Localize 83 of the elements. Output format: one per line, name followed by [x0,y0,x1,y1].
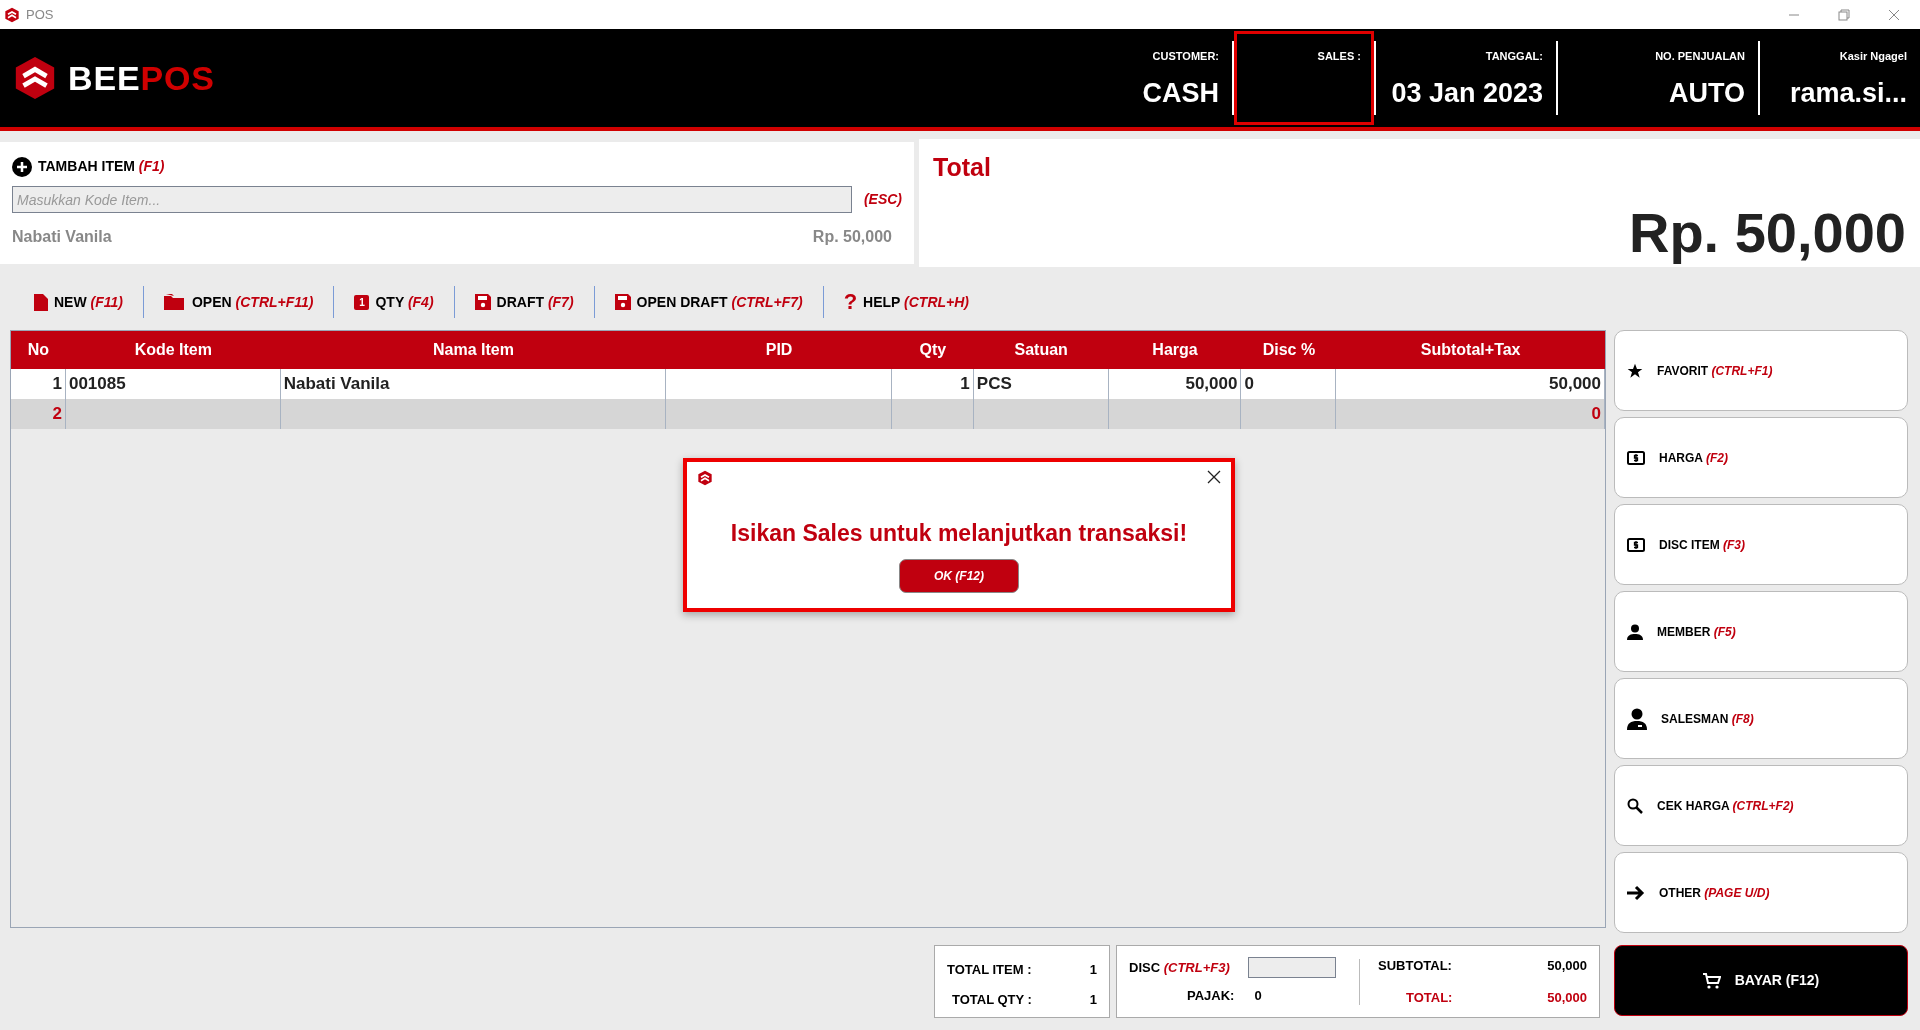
brand-logo: BEEPOS [68,57,215,99]
subtotal-label: SUBTOTAL: [1378,957,1452,975]
question-mark-icon: ? [843,291,858,313]
folder-icon [164,294,186,310]
document-icon [34,293,48,311]
column-header: Qty [918,340,948,360]
column-header: No [26,340,51,360]
field-value: AUTO [1669,76,1745,110]
column-header: Disc % [1261,340,1317,360]
toolbar-button[interactable]: DRAFT (F7) [474,291,574,313]
table-cell-text: 001085 [68,373,126,396]
side-button[interactable]: MEMBER (F5) [1614,591,1908,672]
column-header: Satuan [1013,340,1069,360]
table-cell-text: 2 [52,403,62,426]
table-cell-text: 0 [1244,373,1254,396]
table-cell-text: Nabati Vanila [283,373,390,396]
add-item-title: TAMBAH ITEM (F1) [38,157,165,176]
side-button[interactable]: OTHER (PAGE U/D) [1614,852,1908,933]
restore-icon[interactable] [1838,8,1850,21]
field-label: NO. PENJUALAN [1655,49,1745,64]
close-icon[interactable] [1207,470,1221,484]
total-item-value: 1 [1089,961,1097,979]
table-cell-text: 50,000 [1185,373,1238,396]
table-cell-text: 0 [1591,403,1601,426]
pay-button[interactable]: BAYAR (F12) [1614,945,1908,1016]
add-icon [12,156,32,177]
item-code-input[interactable]: Masukkan Kode Item... [12,186,852,213]
table-row[interactable]: 2 0 [11,399,1605,429]
table-cell-text: 50,000 [1549,373,1601,396]
total-label: Total [933,152,992,183]
dialog-logo-icon [697,470,713,486]
salesman-icon [1627,707,1647,730]
app-logo-icon [4,6,20,23]
toolbar-button[interactable]: ? HELP (CTRL+H) [843,291,969,313]
table-row[interactable]: 1 001085 Nabati Vanila 1 PCS 50,000 0 50,000 [11,369,1605,399]
field-label: SALES : [1317,49,1361,64]
column-header: PID [764,340,794,360]
toolbar-button[interactable]: 1 QTY (F4) [354,291,434,313]
cart-icon [1702,972,1721,989]
qty-badge-icon: 1 [354,294,370,310]
field-label: TANGGAL: [1485,49,1543,64]
grand-total-value: 50,000 [1547,988,1587,1007]
side-button[interactable]: FAVORIT (CTRL+F1) [1614,330,1908,411]
toolbar-button[interactable]: OPEN (CTRL+F11) [164,291,314,313]
disc-input[interactable] [1247,957,1336,979]
side-button[interactable]: CEK HARGA (CTRL+F2) [1614,765,1908,846]
star-icon [1627,362,1643,379]
table-cell-text: PCS [976,373,1012,396]
field-value: CASH [1142,76,1219,110]
search-icon [1627,797,1643,814]
toolbar-button[interactable]: NEW (F11) [34,291,123,313]
grand-total-label: TOTAL: [1406,988,1453,1007]
ok-button[interactable]: OK (F12) [899,558,1019,593]
person-icon [1627,623,1643,640]
last-item-price: Rp. 50,000 [812,227,892,247]
pajak-value: 0 [1254,987,1262,1006]
total-qty-value: 1 [1089,990,1097,1009]
column-header: Subtotal+Tax [1419,340,1522,360]
dialog-message: Isikan Sales untuk melanjutkan transaksi! [730,519,1188,548]
cash-icon [1627,450,1645,465]
table-cell-text: 1 [52,373,62,396]
esc-shortcut: (ESC) [863,190,902,209]
last-item-name: Nabati Vanila [12,227,112,247]
disc-label: DISC (CTRL+F3) [1129,959,1230,977]
field-value: rama.si... [1789,76,1907,110]
table-cell-text: 1 [960,373,970,396]
subtotal-value: 50,000 [1547,957,1587,975]
toolbar-button[interactable]: OPEN DRAFT (CTRL+F7) [614,291,803,313]
cash-icon [1627,537,1645,552]
field-label: Kasir Ngagel [1839,49,1907,64]
column-header: Nama Item [431,340,515,360]
right-arrow-icon [1627,884,1645,901]
field-value: 03 Jan 2023 [1391,76,1543,110]
total-qty-label: TOTAL QTY : [952,990,1032,1009]
field-label: CUSTOMER: [1152,49,1219,64]
column-header: Harga [1151,340,1199,360]
side-button[interactable]: HARGA (F2) [1614,417,1908,498]
total-item-label: TOTAL ITEM : [947,961,1032,979]
window-title: POS [26,5,54,24]
side-button[interactable]: SALESMAN (F8) [1614,678,1908,759]
side-button[interactable]: DISC ITEM (F3) [1614,504,1908,585]
column-header: Kode Item [133,340,213,360]
pajak-label: PAJAK: [1187,987,1235,1006]
